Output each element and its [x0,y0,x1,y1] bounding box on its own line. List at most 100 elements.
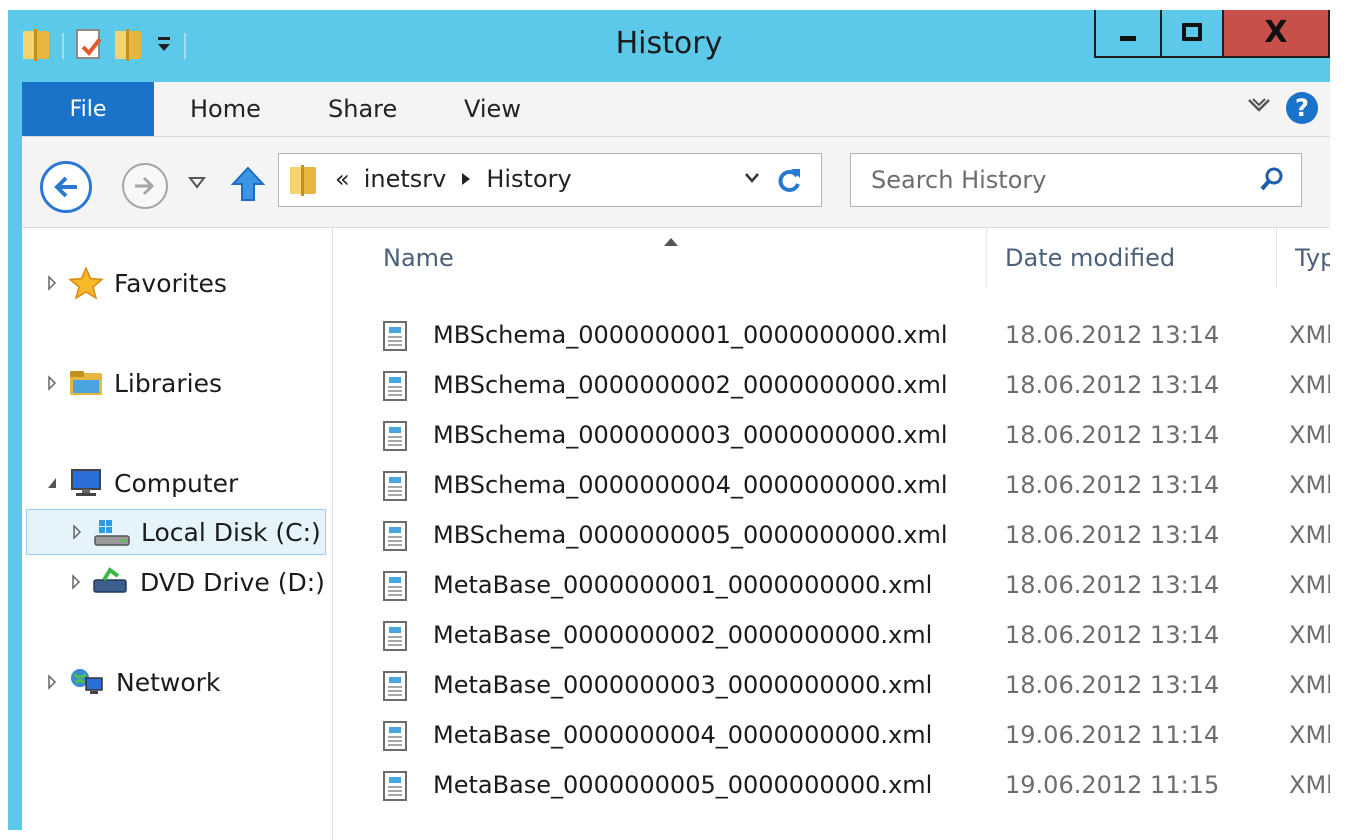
file-name: MBSchema_0000000002_0000000000.xml [433,371,948,399]
column-header-name[interactable]: Name [371,228,987,288]
breadcrumb-history[interactable]: History [486,165,571,193]
search-input[interactable] [869,162,1233,198]
file-row[interactable]: MetaBase_0000000002_0000000000.xml 18.06… [333,610,1330,660]
file-name: MBSchema_0000000004_0000000000.xml [433,471,948,499]
xml-file-icon [381,570,409,608]
file-type: XMl [1289,671,1330,699]
file-row[interactable]: MetaBase_0000000004_0000000000.xml 19.06… [333,710,1330,760]
address-dropdown-icon[interactable] [743,170,761,189]
minimize-icon [1120,36,1136,41]
sidebar-item-label: Favorites [114,268,227,298]
xml-file-icon [381,620,409,658]
tab-home[interactable]: Home [190,82,261,136]
file-name: MetaBase_0000000003_0000000000.xml [433,671,933,699]
address-bar[interactable]: « inetsrv History [278,153,822,207]
tab-file[interactable]: File [22,82,154,136]
file-type: XMl [1289,721,1330,749]
file-row[interactable]: MetaBase_0000000003_0000000000.xml 18.06… [333,660,1330,710]
file-type: XMl [1289,321,1330,349]
up-button[interactable] [230,165,266,207]
file-type: XMl [1289,621,1330,649]
expand-ribbon-icon[interactable] [1246,95,1272,121]
explorer-window: History X File Home Share View ? « inets… [8,10,1330,840]
column-header-date-modified[interactable]: Date modified [993,228,1277,288]
file-row[interactable]: MBSchema_0000000005_0000000000.xml 18.06… [333,510,1330,560]
sidebar-item-network[interactable]: Network [44,659,220,705]
refresh-icon[interactable] [777,166,803,198]
search-box[interactable] [850,153,1302,207]
xml-file-icon [381,520,409,558]
expand-arrow-icon[interactable] [44,275,60,291]
file-row[interactable]: MBSchema_0000000004_0000000000.xml 18.06… [333,460,1330,510]
minimize-button[interactable] [1094,10,1162,58]
breadcrumb-overflow[interactable]: « [335,165,350,193]
xml-file-icon [381,320,409,358]
file-name: MBSchema_0000000003_0000000000.xml [433,421,948,449]
maximize-button[interactable] [1162,10,1224,58]
sidebar-item-dvd-drive[interactable]: DVD Drive (D:) [68,559,325,605]
file-list: Name Date modified Typ MBSchema_00000000… [333,228,1330,840]
breadcrumb-separator-icon[interactable] [460,165,472,193]
file-date: 18.06.2012 13:14 [1005,421,1220,449]
navigation-bar: « inetsrv History [22,137,1330,228]
xml-file-icon [381,720,409,758]
file-row[interactable]: MetaBase_0000000001_0000000000.xml 18.06… [333,560,1330,610]
file-row[interactable]: MBSchema_0000000002_0000000000.xml 18.06… [333,360,1330,410]
file-row[interactable]: MBSchema_0000000001_0000000000.xml 18.06… [333,310,1330,360]
file-type: XMl [1289,771,1330,799]
title-bar[interactable]: History X [8,10,1330,82]
breadcrumb: « inetsrv History [335,165,572,193]
expand-arrow-icon[interactable] [69,524,85,540]
collapse-arrow-icon[interactable] [44,476,60,490]
forward-button[interactable] [122,163,168,209]
sidebar-item-favorites[interactable]: Favorites [44,260,227,306]
sidebar-item-libraries[interactable]: Libraries [44,360,222,406]
ribbon-tabs: File Home Share View ? [22,82,1330,137]
file-date: 18.06.2012 13:14 [1005,321,1220,349]
file-type: XMl [1289,571,1330,599]
sidebar-item-label: Libraries [114,368,222,398]
file-date: 19.06.2012 11:14 [1005,721,1220,749]
expand-arrow-icon[interactable] [44,375,60,391]
navigation-pane: Favorites Libraries Computer Local Disk … [22,228,333,840]
sidebar-item-computer[interactable]: Computer [44,460,238,506]
file-row[interactable]: MBSchema_0000000003_0000000000.xml 18.06… [333,410,1330,460]
column-header-type[interactable]: Typ [1283,228,1330,288]
expand-arrow-icon[interactable] [44,674,60,690]
maximize-icon [1182,23,1202,41]
arrow-left-icon [54,176,77,198]
tab-share[interactable]: Share [328,82,397,136]
back-button[interactable] [40,161,92,213]
file-name: MetaBase_0000000004_0000000000.xml [433,721,933,749]
window-controls: X [1094,10,1330,58]
file-date: 18.06.2012 13:14 [1005,571,1220,599]
search-icon[interactable] [1259,166,1285,196]
arrow-right-icon [135,176,155,196]
xml-file-icon [381,420,409,458]
content-area: Favorites Libraries Computer Local Disk … [22,228,1330,840]
close-button[interactable]: X [1224,10,1330,58]
computer-icon [68,467,104,499]
breadcrumb-inetsrv[interactable]: inetsrv [364,165,447,193]
recent-locations-button[interactable] [187,175,207,194]
file-date: 18.06.2012 13:14 [1005,471,1220,499]
tab-view[interactable]: View [464,82,521,136]
expand-arrow-icon[interactable] [68,574,84,590]
folder-icon [289,164,319,200]
file-date: 19.06.2012 11:15 [1005,771,1220,799]
file-name: MBSchema_0000000005_0000000000.xml [433,521,948,549]
chevron-down-icon [187,177,207,189]
file-date: 18.06.2012 13:14 [1005,521,1220,549]
file-rows: MBSchema_0000000001_0000000000.xml 18.06… [333,310,1330,810]
libraries-icon [68,367,104,399]
file-name: MetaBase_0000000001_0000000000.xml [433,571,933,599]
sidebar-item-label: Computer [114,468,239,498]
column-headers: Name Date modified Typ [333,228,1330,288]
file-name: MBSchema_0000000001_0000000000.xml [433,321,948,349]
file-row[interactable]: MetaBase_0000000005_0000000000.xml 19.06… [333,760,1330,810]
file-type: XMl [1289,521,1330,549]
sidebar-item-local-disk[interactable]: Local Disk (C:) [26,509,326,555]
help-icon[interactable]: ? [1286,92,1318,124]
file-name: MetaBase_0000000005_0000000000.xml [433,771,933,799]
local-disk-icon [93,516,131,548]
